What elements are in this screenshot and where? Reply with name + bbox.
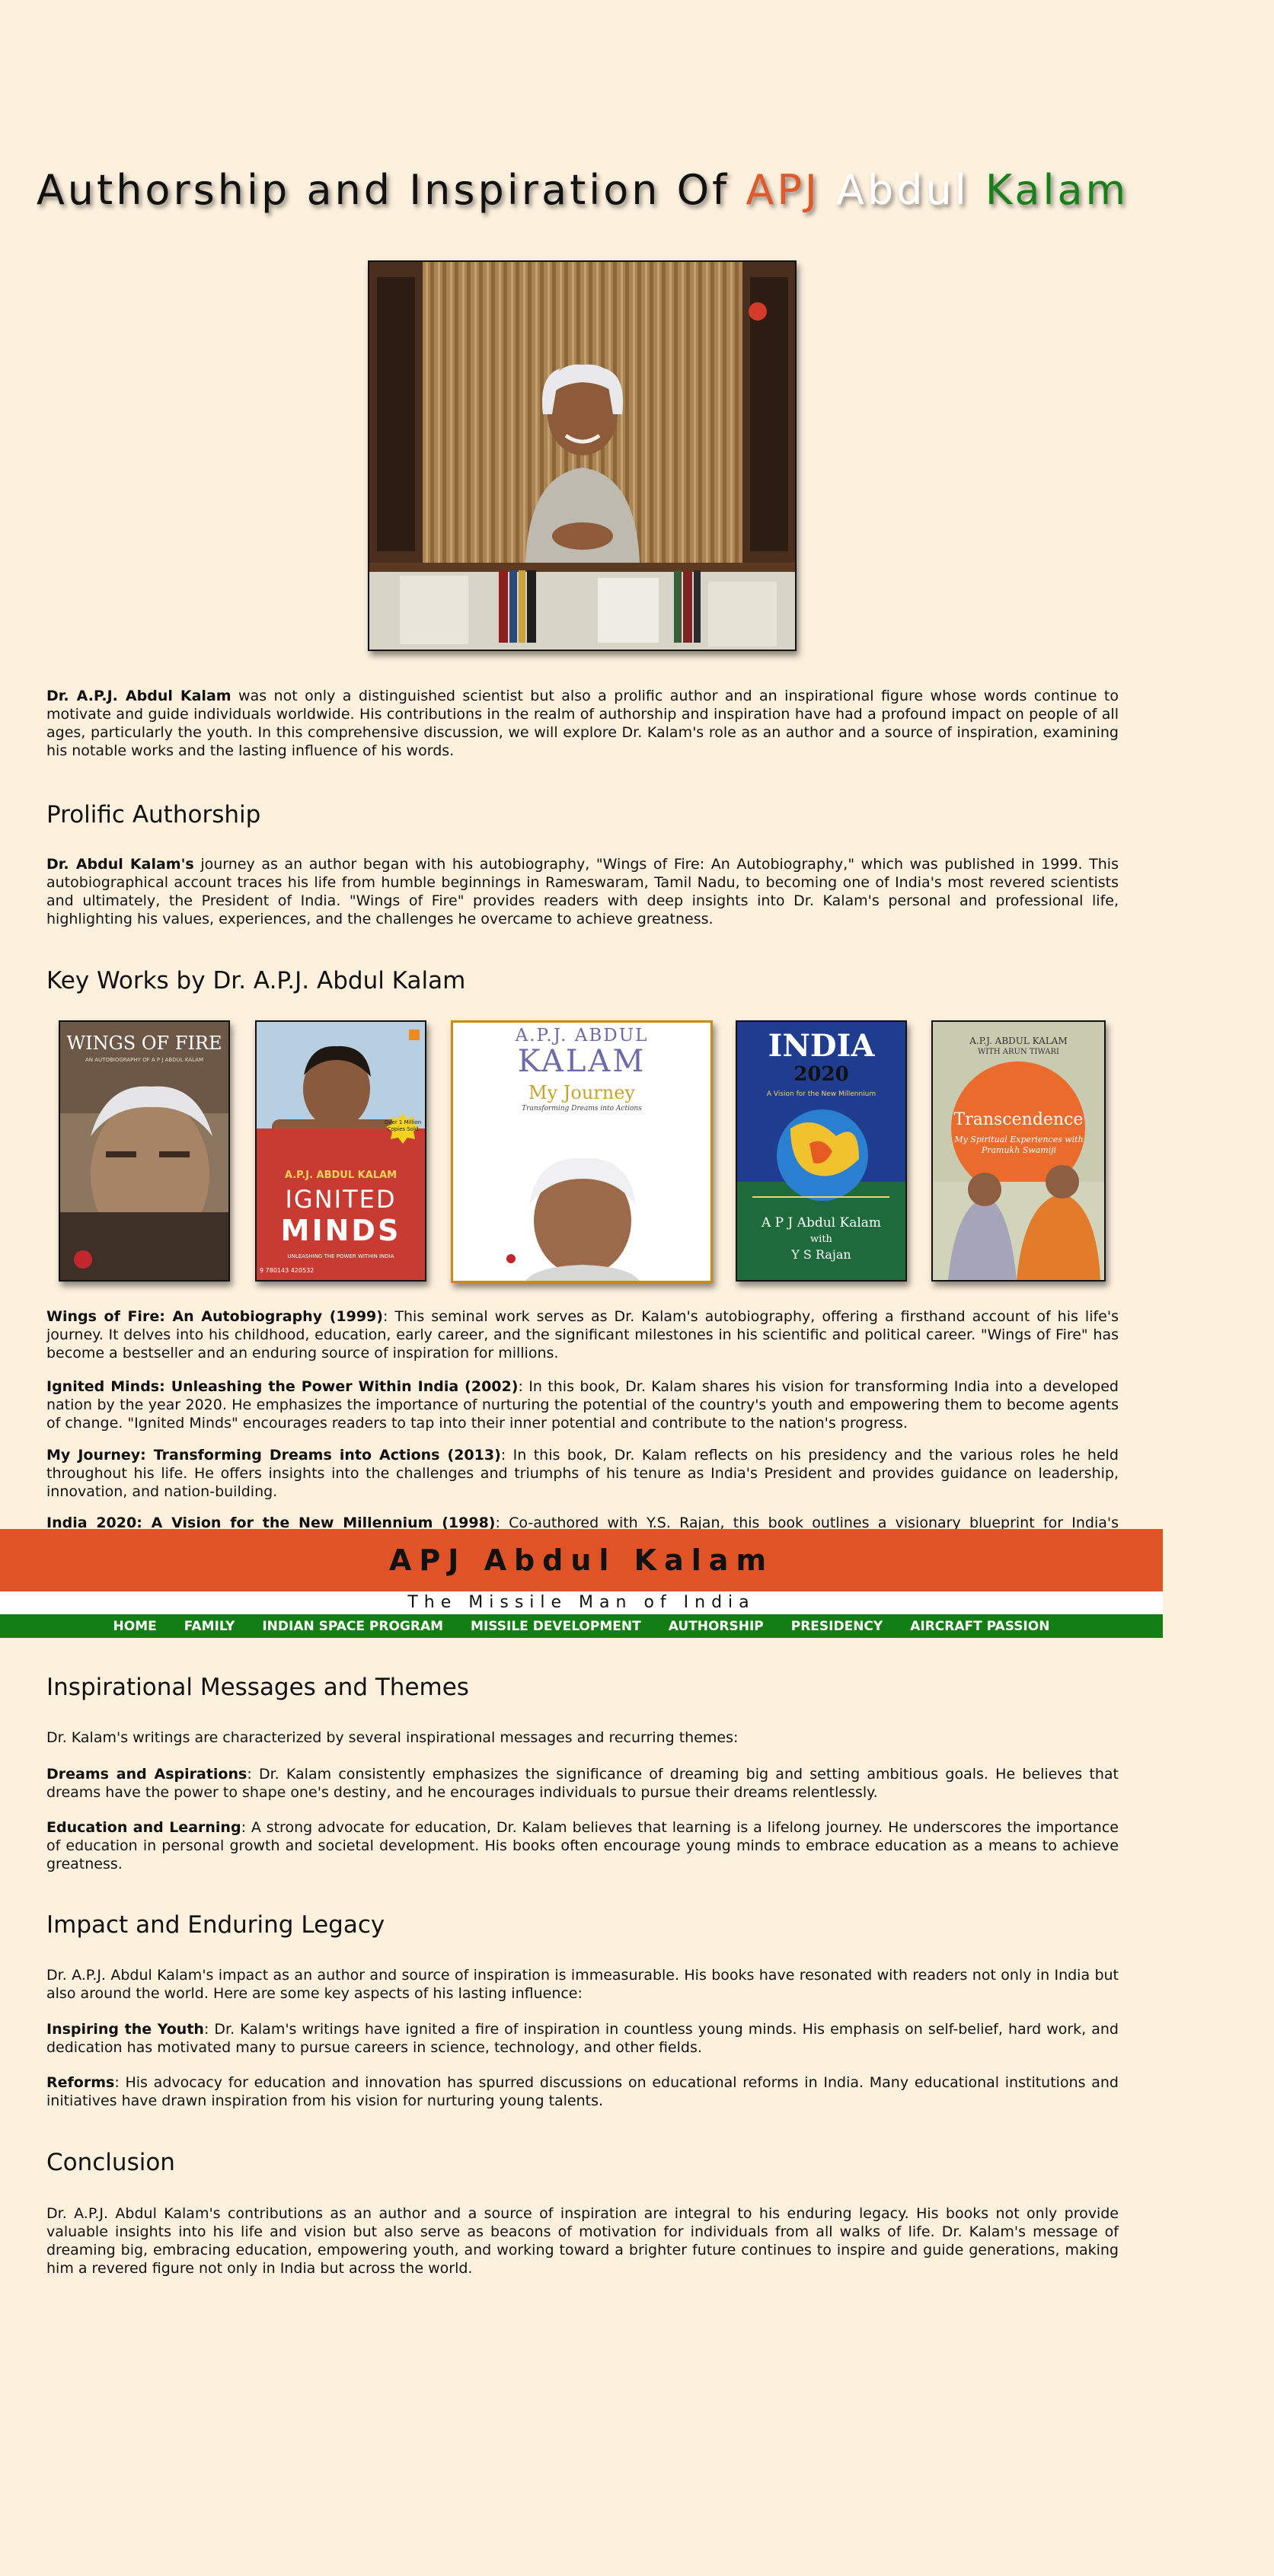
book-cover-my-journey: A.P.J. ABDUL KALAM My Journey Transformi… [451,1020,713,1283]
impact-item: Inspiring the Youth: Dr. Kalam's writing… [46,2020,1119,2057]
book4-subtitle: A Vision for the New Millennium [766,1090,876,1098]
book2-isbn: 9 780143 420532 [260,1267,315,1274]
kalam-portrait-image [368,260,797,651]
intro-paragraph: Dr. A.P.J. Abdul Kalam was not only a di… [46,687,1119,760]
messages-item-bold: Education and Learning [46,1819,241,1836]
book-cover-wings-of-fire: WINGS OF FIRE AN AUTOBIOGRAPHY OF A P J … [59,1020,230,1282]
book2-author: A.P.J. ABDUL KALAM [284,1170,398,1181]
book5-coauthor: WITH ARUN TIWARI [977,1048,1059,1056]
messages-heading: Inspirational Messages and Themes [46,1674,469,1701]
prolific-text: journey as an author began with his auto… [46,856,1119,927]
keyworks-item-bold: Ignited Minds: Unleashing the Power With… [46,1378,519,1395]
book2-title-line1: IGNITED [285,1185,397,1214]
book4-title-line2: 2020 [793,1063,849,1086]
page: Authorship and Inspiration Of APJ Abdul … [0,0,1274,2576]
book1-title: WINGS OF FIRE [66,1033,222,1054]
messages-item-bold: Dreams and Aspirations [46,1766,247,1783]
impact-item-text: : His advocacy for education and innovat… [46,2074,1119,2109]
prolific-bold: Dr. Abdul Kalam's [46,856,194,873]
impact-item-text: : Dr. Kalam's writings have ignited a fi… [46,2021,1119,2056]
title-word-abdul: Abdul [835,166,969,214]
book2-title-line2: MINDS [280,1214,401,1247]
messages-item: Education and Learning: A strong advocat… [46,1818,1119,1873]
conclusion-paragraph: Dr. A.P.J. Abdul Kalam's contributions a… [46,2204,1119,2278]
conclusion-heading: Conclusion [46,2149,175,2176]
title-word-kalam: Kalam [985,166,1129,214]
book1-subtitle: AN AUTOBIOGRAPHY OF A P J ABDUL KALAM [85,1057,203,1063]
impact-intro-text: Dr. A.P.J. Abdul Kalam's impact as an au… [46,1967,1119,2002]
site-banner-name: APJ Abdul Kalam [0,1529,1163,1591]
book4-author: A P J Abdul Kalam [761,1215,882,1231]
keyworks-heading: Key Works by Dr. A.P.J. Abdul Kalam [46,967,466,994]
messages-intro: Dr. Kalam's writings are characterized b… [46,1729,1119,1747]
book3-title: My Journey [528,1082,635,1103]
intro-bold: Dr. A.P.J. Abdul Kalam [46,688,231,704]
book5-author: A.P.J. ABDUL KALAM [969,1036,1068,1046]
impact-item-bold: Reforms [46,2074,115,2091]
nav-indian-space-program[interactable]: INDIAN SPACE PROGRAM [262,1619,443,1634]
page-title: Authorship and Inspiration Of APJ Abdul … [0,166,1165,214]
nav-missile-development[interactable]: MISSILE DEVELOPMENT [471,1619,641,1634]
keyworks-item-bold: Wings of Fire: An Autobiography (1999) [46,1308,383,1325]
book5-title: Transcendence [953,1110,1084,1129]
book3-author-line1: A.P.J. ABDUL [515,1026,649,1045]
title-word-apj: APJ [746,166,820,214]
nav-home[interactable]: HOME [113,1619,157,1634]
nav-presidency[interactable]: PRESIDENCY [791,1619,883,1634]
keyworks-item: Ignited Minds: Unleashing the Power With… [46,1377,1119,1432]
impact-item-bold: Inspiring the Youth [46,2021,204,2038]
impact-heading: Impact and Enduring Legacy [46,1911,385,1939]
book-cover-transcendence: A.P.J. ABDUL KALAM WITH ARUN TIWARI Tran… [931,1020,1106,1282]
book4-with: with [810,1234,832,1245]
title-prefix: Authorship and Inspiration Of [36,166,730,214]
book2-badge: Over 1 Million Copies Sold [384,1119,422,1132]
book-cover-ignited-minds: Over 1 Million Copies Sold A.P.J. ABDUL … [255,1020,426,1282]
book4-coauthor: Y S Rajan [791,1247,851,1262]
impact-intro: Dr. A.P.J. Abdul Kalam's impact as an au… [46,1966,1119,2003]
prolific-heading: Prolific Authorship [46,801,261,828]
keyworks-item: My Journey: Transforming Dreams into Act… [46,1446,1119,1501]
keyworks-item-bold: My Journey: Transforming Dreams into Act… [46,1447,501,1464]
book3-subtitle: Transforming Dreams into Actions [522,1105,642,1112]
nav-authorship[interactable]: AUTHORSHIP [669,1619,764,1634]
nav-family[interactable]: FAMILY [184,1619,235,1634]
messages-item: Dreams and Aspirations: Dr. Kalam consis… [46,1765,1119,1802]
impact-item: Reforms: His advocacy for education and … [46,2073,1119,2110]
prolific-paragraph: Dr. Abdul Kalam's journey as an author b… [46,855,1119,928]
conclusion-text: Dr. A.P.J. Abdul Kalam's contributions a… [46,2205,1119,2277]
messages-intro-text: Dr. Kalam's writings are characterized b… [46,1729,739,1746]
nav-aircraft-passion[interactable]: AIRCRAFT PASSION [910,1619,1049,1634]
main-nav: HOME FAMILY INDIAN SPACE PROGRAM MISSILE… [0,1614,1163,1638]
book-cover-india-2020: INDIA 2020 A Vision for the New Millenni… [736,1020,907,1282]
book3-author-line2: KALAM [517,1044,647,1079]
book4-title-line1: INDIA [768,1028,875,1064]
book5-subtitle: My Spiritual Experiences with Pramukh Sw… [954,1135,1084,1155]
site-banner-tagline: The Missile Man of India [0,1591,1163,1614]
keyworks-item: Wings of Fire: An Autobiography (1999): … [46,1307,1119,1362]
book2-subtitle: UNLEASHING THE POWER WITHIN INDIA [287,1253,394,1259]
